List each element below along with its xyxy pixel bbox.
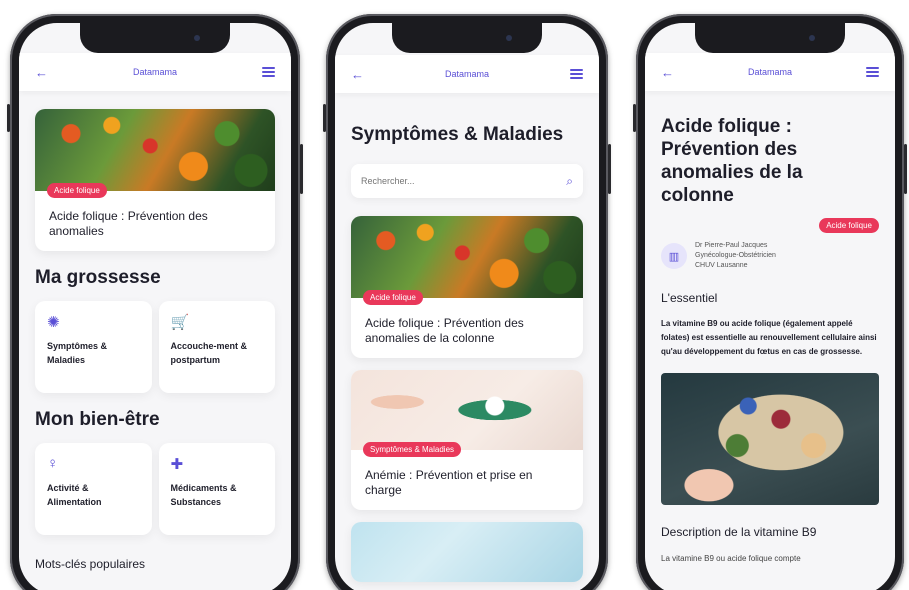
article-title: Acide folique : Prévention des anomalies [49,209,208,238]
article-title: Acide folique : Prévention des anomalies… [365,316,524,345]
stroller-icon: 🛒 [170,314,190,331]
hamburger-menu-icon[interactable] [865,65,879,79]
article-image [351,522,583,582]
back-arrow-icon[interactable]: ← [35,66,48,79]
article-card[interactable]: Symptômes & Maladies Anémie : Prévention… [351,370,583,510]
tile-symptomes-maladies[interactable]: ✺ Symptômes & Maladies [35,301,152,393]
tile-accouchement[interactable]: 🛒 Accouche-ment & postpartum [158,301,275,393]
search-icon[interactable]: ⌕ [566,174,573,189]
top-bar: ← Datamama [335,55,599,93]
description-text: La vitamine B9 ou acide folique compte [661,554,801,563]
featured-article-card[interactable]: Acide folique Acide folique : Prévention… [35,109,275,251]
top-bar: ← Datamama [19,53,291,91]
author-role: Gynécologue-Obstétricien [695,252,776,259]
article-title: Anémie : Prévention et prise en charge [365,468,533,497]
category-screen: ← Datamama Symptômes & Maladies ⌕ Acide … [335,23,599,590]
hamburger-menu-icon[interactable] [569,67,583,81]
medication-icon: ✚ [170,456,184,473]
vegetables-image [351,216,583,298]
phone-article: ← Datamama Acide folique : Prévention de… [633,14,907,590]
home-content: Acide folique Acide folique : Prévention… [19,109,291,590]
salad-bowl-image [661,373,879,505]
phone-notch [392,23,542,53]
tile-medicaments-substances[interactable]: ✚ Médicaments & Substances [158,443,275,535]
tag-row: Acide folique [661,215,879,233]
vegetables-image [35,109,275,191]
article-card[interactable]: Acide folique Acide folique : Prévention… [351,216,583,358]
pregnant-woman-icon: ♀ [47,455,59,472]
phone-side-button [323,104,326,132]
essentiel-text: La vitamine B9 ou acide folique (égaleme… [661,319,877,356]
category-content: Symptômes & Maladies ⌕ Acide folique Aci… [335,93,599,590]
phone-notch [695,23,845,53]
phone-side-button [904,144,907,194]
tile-label: Médicaments & Substances [170,483,237,507]
essentiel-heading: L'essentiel [661,291,718,305]
author-name: Dr Pierre-Paul Jacques [695,242,768,249]
search-bar: ⌕ [351,164,583,198]
article-card[interactable] [351,522,583,582]
author-org: CHUV Lausanne [695,262,748,269]
home-screen: ← Datamama Acide folique Acide folique :… [19,23,291,590]
phone-side-button [7,104,10,132]
phone-notch [80,23,230,53]
hamburger-menu-icon[interactable] [261,65,275,79]
category-tag[interactable]: Acide folique [363,290,423,305]
category-tag[interactable]: Symptômes & Maladies [363,442,462,457]
top-bar: ← Datamama [645,53,895,91]
app-title: Datamama [747,67,792,77]
first-aid-kit-image [351,370,583,450]
category-tag[interactable]: Acide folique [819,218,879,233]
phone-side-button [608,144,611,194]
back-arrow-icon[interactable]: ← [661,66,674,79]
author-lines: Dr Pierre-Paul Jacques Gynécologue-Obsté… [695,241,776,271]
keywords-title: Mots-clés populaires [35,557,146,571]
search-input[interactable] [361,176,521,186]
phone-home: ← Datamama Acide folique Acide folique :… [7,14,303,590]
virus-icon: ✺ [47,314,60,331]
app-title: Datamama [444,69,489,79]
tile-label: Accouche-ment & postpartum [170,341,248,365]
bienetre-tiles: ♀ Activité & Alimentation ✚ Médicaments … [35,443,275,535]
page-title: Symptômes & Maladies [351,124,564,145]
grossesse-tiles: ✺ Symptômes & Maladies 🛒 Accouche-ment &… [35,301,275,393]
article-content: Acide folique : Prévention des anomalies… [645,91,895,590]
category-tag[interactable]: Acide folique [47,183,107,198]
description-heading: Description de la vitamine B9 [661,525,817,539]
back-arrow-icon[interactable]: ← [351,68,364,81]
phone-side-button [633,104,636,132]
section-title-grossesse: Ma grossesse [35,267,161,288]
tile-activite-alimentation[interactable]: ♀ Activité & Alimentation [35,443,152,535]
phone-category: ← Datamama Symptômes & Maladies ⌕ Acide … [323,14,611,590]
author-info: ▥ Dr Pierre-Paul Jacques Gynécologue-Obs… [661,241,879,271]
tile-label: Symptômes & Maladies [47,341,108,365]
hospital-icon: ▥ [661,243,687,269]
section-title-bienetre: Mon bien-être [35,409,160,430]
article-screen: ← Datamama Acide folique : Prévention de… [645,23,895,590]
article-title: Acide folique : Prévention des anomalies… [661,116,803,206]
app-title: Datamama [132,67,177,77]
tile-label: Activité & Alimentation [47,483,102,507]
phone-side-button [300,144,303,194]
